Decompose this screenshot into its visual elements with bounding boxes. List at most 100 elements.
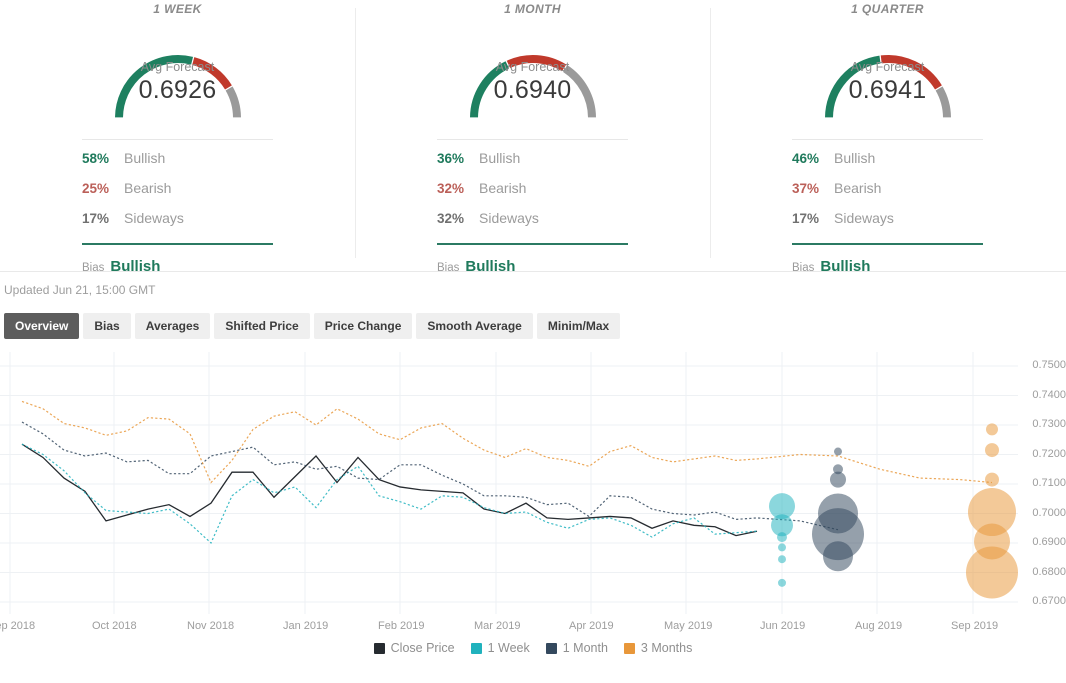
- x-axis-tick-label: May 2019: [664, 620, 712, 632]
- forecast-bubble[interactable]: [778, 555, 786, 563]
- stat-row-bearish: 32% Bearish: [437, 180, 628, 210]
- bias-value: Bullish: [110, 258, 160, 275]
- gauge-segment-bearish: [193, 61, 228, 87]
- forecast-bubble[interactable]: [834, 448, 842, 456]
- x-axis-tick-label: Mar 2019: [474, 620, 520, 632]
- bearish-percent: 25%: [82, 181, 124, 196]
- x-axis-tick-label: Sep 2018: [0, 620, 35, 632]
- x-axis-tick-label: Feb 2019: [378, 620, 424, 632]
- forecast-dashboard: 1 WEEK Avg Forecast 0.6926 58% Bullish 2…: [0, 0, 1066, 683]
- gauge-arc-svg: [83, 21, 273, 121]
- x-axis-tick-label: Jan 2019: [283, 620, 328, 632]
- forecast-bubble[interactable]: [823, 541, 853, 571]
- y-axis-tick-label: 0.7100: [1022, 478, 1066, 489]
- y-axis-tick-label: 0.7400: [1022, 390, 1066, 401]
- forecast-bubble[interactable]: [778, 543, 786, 551]
- tab-price-change[interactable]: Price Change: [314, 313, 413, 339]
- forecast-panels: 1 WEEK Avg Forecast 0.6926 58% Bullish 2…: [0, 0, 1066, 271]
- legend-item[interactable]: 1 Month: [546, 641, 608, 655]
- gauge-arc-svg: [438, 21, 628, 121]
- bias-row: Bias Bullish: [82, 245, 273, 275]
- chart-svg: [0, 352, 1018, 617]
- bias-value: Bullish: [465, 258, 515, 275]
- legend-item[interactable]: Close Price: [374, 641, 455, 655]
- bias-row: Bias Bullish: [437, 245, 628, 275]
- legend-item[interactable]: 1 Week: [471, 641, 530, 655]
- gauge-segment-bullish: [119, 59, 192, 117]
- stat-row-bullish: 46% Bullish: [792, 150, 983, 180]
- bias-label: Bias: [437, 262, 459, 274]
- bearish-label: Bearish: [834, 180, 881, 196]
- panel-title: 1 WEEK: [0, 0, 355, 18]
- legend-swatch-icon: [374, 643, 385, 654]
- legend-label: 1 Month: [563, 641, 608, 655]
- y-axis-tick-label: 0.7200: [1022, 449, 1066, 460]
- y-axis-tick-label: 0.6700: [1022, 596, 1066, 607]
- panel-title: 1 MONTH: [355, 0, 710, 18]
- tab-minim-max[interactable]: Minim/Max: [537, 313, 620, 339]
- gauge-segment-sideways: [939, 89, 947, 118]
- forecast-gauge: Avg Forecast 0.6940: [438, 21, 628, 121]
- y-axis-tick-label: 0.7300: [1022, 419, 1066, 430]
- chart-tab-bar[interactable]: OverviewBiasAveragesShifted PricePrice C…: [0, 308, 1066, 344]
- bearish-label: Bearish: [479, 180, 526, 196]
- forecast-bubble[interactable]: [985, 443, 999, 457]
- legend-label: Close Price: [391, 641, 455, 655]
- x-axis-tick-label: Aug 2019: [855, 620, 902, 632]
- forecast-gauge: Avg Forecast 0.6941: [793, 21, 983, 121]
- bullish-percent: 46%: [792, 151, 834, 166]
- tab-bias[interactable]: Bias: [83, 313, 130, 339]
- y-axis-tick-label: 0.6800: [1022, 567, 1066, 578]
- tab-overview[interactable]: Overview: [4, 313, 79, 339]
- bullish-label: Bullish: [834, 150, 875, 166]
- bearish-label: Bearish: [124, 180, 171, 196]
- forecast-gauge: Avg Forecast 0.6926: [83, 21, 273, 121]
- sideways-label: Sideways: [124, 210, 184, 226]
- x-axis-tick-label: Oct 2018: [92, 620, 137, 632]
- stat-row-bullish: 58% Bullish: [82, 150, 273, 180]
- stat-row-sideways: 32% Sideways: [437, 210, 628, 240]
- tab-shifted-price[interactable]: Shifted Price: [214, 313, 309, 339]
- stat-row-bearish: 37% Bearish: [792, 180, 983, 210]
- gauge-segment-sideways: [565, 69, 592, 118]
- gauge-segment-bearish: [508, 59, 564, 68]
- forecast-panel-1-month: 1 MONTH Avg Forecast 0.6940 36% Bullish …: [355, 0, 710, 271]
- chart-x-axis: Sep 2018 Oct 2018 Nov 2018 Jan 2019 Feb 2019…: [0, 620, 1018, 640]
- forecast-bubble[interactable]: [777, 532, 787, 542]
- forecast-bubble[interactable]: [986, 423, 998, 435]
- sideways-label: Sideways: [834, 210, 894, 226]
- y-axis-tick-label: 0.7500: [1022, 360, 1066, 371]
- gauge-segment-sideways: [229, 89, 237, 118]
- bullish-label: Bullish: [124, 150, 165, 166]
- bias-label: Bias: [82, 262, 104, 274]
- gauge-arc-svg: [793, 21, 983, 121]
- legend-swatch-icon: [546, 643, 557, 654]
- forecast-bubble[interactable]: [985, 473, 999, 487]
- gauge-segment-bullish: [474, 65, 507, 118]
- bias-label: Bias: [792, 262, 814, 274]
- x-axis-tick-label: Nov 2018: [187, 620, 234, 632]
- series-line-1-week: [22, 444, 757, 543]
- panel-title: 1 QUARTER: [710, 0, 1065, 18]
- stat-row-sideways: 17% Sideways: [82, 210, 273, 240]
- sentiment-stats: 58% Bullish 25% Bearish 17% Sideways: [82, 140, 273, 240]
- chart-y-axis: 0.75000.74000.73000.72000.71000.70000.69…: [1022, 352, 1066, 617]
- legend-item[interactable]: 3 Months: [624, 641, 692, 655]
- tab-averages[interactable]: Averages: [135, 313, 211, 339]
- x-axis-tick-label: Apr 2019: [569, 620, 614, 632]
- legend-swatch-icon: [471, 643, 482, 654]
- chart-plot-area[interactable]: [0, 352, 1018, 617]
- forecast-chart: 0.75000.74000.73000.72000.71000.70000.69…: [0, 352, 1066, 657]
- gauge-segment-bearish: [881, 59, 938, 87]
- chart-gridlines: [0, 352, 1018, 614]
- gauge-segment-bullish: [829, 60, 880, 118]
- forecast-panel-1-quarter: 1 QUARTER Avg Forecast 0.6941 46% Bullis…: [710, 0, 1065, 271]
- sideways-label: Sideways: [479, 210, 539, 226]
- tab-smooth-average[interactable]: Smooth Average: [416, 313, 532, 339]
- forecast-bubble[interactable]: [966, 547, 1018, 599]
- sideways-percent: 17%: [792, 211, 834, 226]
- forecast-bubble[interactable]: [830, 472, 846, 488]
- bullish-percent: 36%: [437, 151, 479, 166]
- forecast-bubble[interactable]: [778, 579, 786, 587]
- y-axis-tick-label: 0.7000: [1022, 508, 1066, 519]
